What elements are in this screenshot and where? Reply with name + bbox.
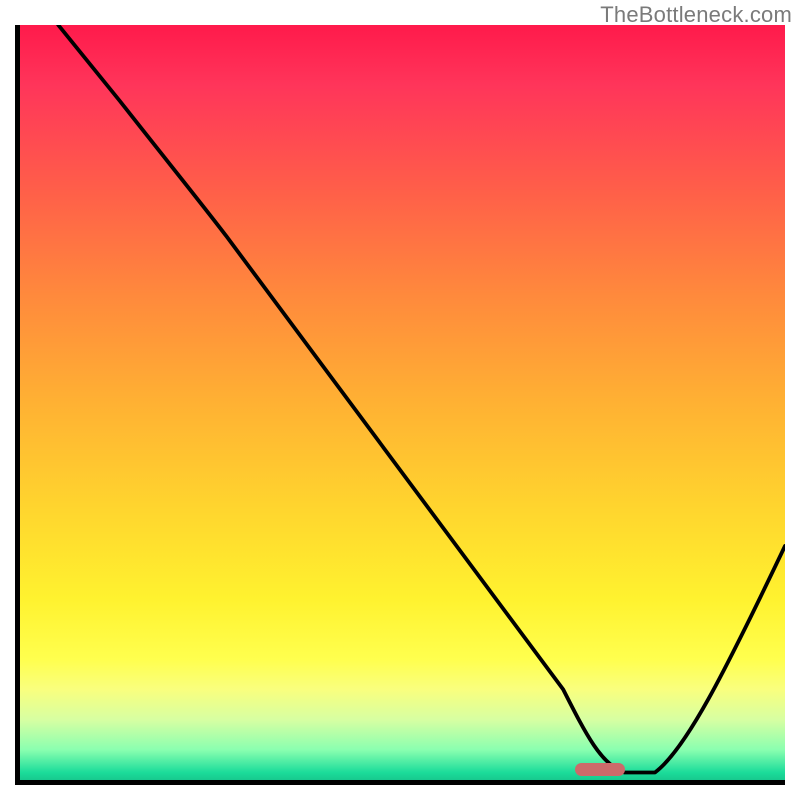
chart-axes — [15, 25, 785, 785]
bottleneck-curve — [20, 25, 785, 780]
watermark-text: TheBottleneck.com — [600, 2, 792, 28]
min-marker — [575, 763, 625, 776]
